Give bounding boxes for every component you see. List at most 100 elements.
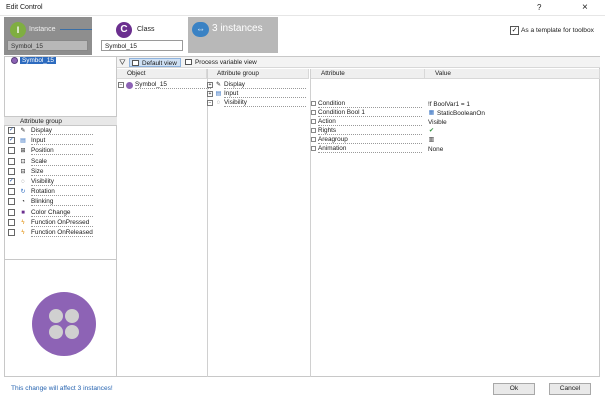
group-label: Input (224, 90, 306, 98)
cancel-button[interactable]: Cancel (549, 383, 591, 395)
value-text: Visible (428, 118, 447, 126)
list-item-color-change[interactable]: ■ Color Change (4, 208, 117, 218)
expand-icon[interactable]: + (207, 82, 213, 88)
value-cell[interactable]: ▦ StaticBooleanOn (428, 109, 485, 117)
attribute-row[interactable]: Areagroup (311, 136, 425, 144)
checkbox[interactable] (8, 188, 15, 196)
checkbox[interactable] (8, 208, 15, 216)
column-header-attribute-group[interactable]: Attribute group (207, 69, 309, 79)
value-text: !f BoolVar1 = 1 (428, 100, 470, 108)
list-item-size[interactable]: ⊟ Size (4, 167, 117, 177)
checkbox[interactable] (8, 147, 15, 155)
group-row-input[interactable]: + ▤ Input (207, 90, 306, 98)
collapse-icon[interactable]: − (207, 100, 213, 106)
column-header-attribute[interactable]: Attribute (311, 69, 425, 79)
value-cell[interactable]: !f BoolVar1 = 1 (428, 100, 470, 108)
checkbox[interactable] (8, 228, 15, 236)
tree-connector (311, 110, 316, 115)
check-circle-icon: ✔ (428, 128, 435, 134)
process-view-icon (185, 59, 192, 65)
checkbox[interactable] (8, 167, 15, 175)
column-header-value[interactable]: Value (425, 69, 600, 79)
title-bar: Edit Control ? × (0, 0, 605, 16)
list-item-label: Function OnPressed (31, 219, 93, 227)
list-item-rotation[interactable]: ↻ Rotation (4, 187, 117, 197)
checkbox[interactable] (8, 218, 15, 226)
preview-dot (65, 309, 79, 323)
object-label: Symbol_15 (135, 81, 211, 89)
ok-button[interactable]: Ok (493, 383, 535, 395)
view-toolbar: ⛛ Default view Process variable view (117, 57, 600, 68)
checkbox[interactable]: ✓ (8, 127, 15, 134)
attribute-row[interactable]: Condition Bool 1 (311, 109, 425, 117)
group-label: Display (224, 81, 306, 89)
help-button[interactable]: ? (537, 3, 541, 12)
value-cell[interactable]: ✔ (428, 127, 435, 135)
checkbox[interactable] (8, 157, 15, 165)
position-icon: ⊞ (20, 148, 26, 155)
preview-dot (65, 325, 79, 339)
value-cell[interactable]: Visible (428, 118, 447, 126)
list-item-visibility[interactable]: ✓ ◌ Visibility (4, 177, 117, 187)
list-item-label: Scale (31, 158, 93, 166)
attribute-row[interactable]: Rights (311, 127, 425, 135)
instance-step[interactable]: I Instance Symbol_15 (4, 17, 92, 55)
list-item-position[interactable]: ⊞ Position (4, 146, 117, 156)
attribute-group-header: Attribute group (4, 117, 117, 126)
list-item-label: Color Change (31, 209, 93, 217)
preview-dot (49, 309, 63, 323)
filter-icon[interactable]: ⛛ (119, 58, 126, 68)
instances-icon: ⇔ (192, 22, 209, 37)
list-item-function-onreleased[interactable]: ϟ Function OnReleased (4, 228, 117, 238)
class-name-field[interactable]: Symbol_15 (101, 40, 183, 51)
symbol-icon (11, 57, 18, 64)
tree-connector (311, 146, 316, 151)
attribute-row[interactable]: Action (311, 118, 425, 126)
attribute-row[interactable]: Condition (311, 100, 425, 108)
class-step[interactable]: C Class Symbol_15 (92, 17, 184, 55)
class-icon: C (116, 22, 132, 38)
tab-default-view[interactable]: Default view (129, 58, 181, 67)
tree-item-symbol[interactable]: Symbol_15 (11, 57, 56, 64)
list-item-blinking[interactable]: ◔ Blinking (4, 197, 117, 207)
group-label: Visibility (224, 99, 306, 107)
tab-process-variable-view[interactable]: Process variable view (183, 58, 260, 67)
value-cell[interactable]: ▥ (428, 136, 435, 144)
window-title: Edit Control (6, 4, 43, 11)
preview-dot (49, 325, 63, 339)
blinking-icon: ◔ (21, 199, 25, 206)
template-checkbox[interactable]: ✓ (510, 26, 519, 35)
checkbox[interactable]: ✓ (8, 137, 15, 145)
attribute-row[interactable]: Animation (311, 145, 425, 153)
pane-divider[interactable] (207, 69, 208, 377)
symbol-icon (126, 81, 133, 89)
collapse-icon[interactable]: − (118, 82, 124, 88)
list-item-label: Blinking (31, 198, 93, 207)
list-item-scale[interactable]: ⊡ Scale (4, 157, 117, 167)
function-icon: ϟ (21, 219, 25, 226)
visibility-icon: ◌ (216, 99, 221, 106)
list-item-input[interactable]: ✓ ▤ Input (4, 136, 117, 146)
tree-connector (311, 137, 316, 142)
attribute-label: Condition (318, 100, 422, 108)
list-item-label: Rotation (31, 188, 93, 197)
class-label: Class (137, 26, 155, 33)
checkbox[interactable]: ✓ (8, 177, 15, 185)
attribute-label: Condition Bool 1 (318, 109, 422, 117)
group-row-visibility[interactable]: − ◌ Visibility (207, 99, 306, 107)
input-icon: ▤ (215, 90, 222, 97)
tree-connector (311, 128, 316, 133)
group-row-display[interactable]: + ✎ Display (207, 81, 306, 89)
attribute-label: Action (318, 118, 422, 126)
instances-step[interactable]: ⇔ 3 instances (188, 17, 278, 53)
checkbox[interactable] (8, 198, 15, 206)
value-cell[interactable]: None (428, 145, 443, 153)
areagroup-icon: ▥ (428, 137, 435, 143)
instance-icon: I (10, 22, 26, 38)
list-item-display[interactable]: ✓ ✎ Display (4, 126, 117, 136)
expand-icon[interactable]: + (207, 91, 213, 97)
column-header-object[interactable]: Object (117, 69, 207, 79)
close-button[interactable]: × (582, 2, 588, 13)
object-row[interactable]: − Symbol_15 (118, 81, 211, 89)
list-item-function-onpressed[interactable]: ϟ Function OnPressed (4, 218, 117, 228)
